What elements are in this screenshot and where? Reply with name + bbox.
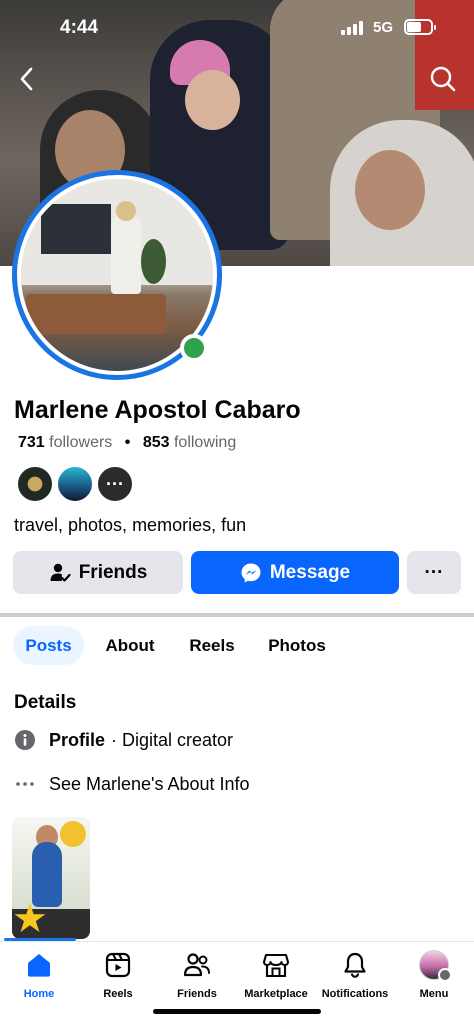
chevron-left-icon — [20, 67, 33, 91]
nav-home[interactable]: Home — [0, 948, 79, 1004]
nav-menu-label: Menu — [419, 988, 449, 1000]
followers-count[interactable]: 731 — [18, 434, 45, 451]
battery-icon — [404, 19, 436, 35]
friends-button[interactable]: Friends — [13, 551, 183, 594]
reels-icon — [103, 950, 133, 980]
more-options-button[interactable]: ··· — [407, 551, 461, 594]
back-button[interactable] — [10, 62, 44, 96]
status-time: 4:44 — [60, 17, 99, 38]
message-button[interactable]: Message — [191, 551, 399, 594]
mutual-friend-avatar[interactable] — [16, 465, 54, 503]
online-status-indicator — [180, 334, 208, 362]
profile-category: · Digital creator — [111, 729, 234, 750]
followers-label[interactable]: followers — [49, 434, 112, 451]
menu-avatar-icon — [419, 950, 452, 982]
follow-stats: 731 followers • 853 following — [18, 434, 236, 452]
bell-icon — [340, 950, 370, 980]
friend-check-icon — [49, 562, 71, 584]
nav-friends-label: Friends — [177, 988, 217, 1000]
nav-reels-label: Reels — [103, 988, 133, 1000]
details-heading: Details — [14, 692, 77, 713]
message-button-label: Message — [269, 561, 351, 583]
featured-photo[interactable]: ★ — [12, 817, 90, 939]
status-bar: 4:44 5G — [0, 0, 474, 56]
profile-category-row: Profile · Digital creator — [14, 727, 233, 753]
nav-reels[interactable]: Reels — [78, 948, 158, 1004]
tab-about[interactable]: About — [94, 626, 166, 665]
more-horizontal-icon — [14, 773, 36, 795]
about-info-label: See Marlene's About Info — [49, 773, 250, 794]
about-info-link[interactable]: See Marlene's About Info — [14, 771, 250, 797]
following-count[interactable]: 853 — [143, 434, 170, 451]
friends-icon — [182, 950, 212, 980]
info-icon — [14, 729, 36, 751]
more-mutuals-icon[interactable]: ··· — [96, 465, 134, 503]
profile-bio: travel, photos, memories, fun — [14, 515, 247, 535]
search-icon — [430, 66, 456, 92]
nav-notifications-label: Notifications — [321, 988, 389, 1000]
nav-marketplace-label: Marketplace — [244, 988, 308, 1000]
profile-label: Profile — [49, 729, 106, 750]
marketplace-icon — [261, 950, 291, 980]
following-label[interactable]: following — [174, 434, 236, 451]
nav-notifications[interactable]: Notifications — [315, 948, 395, 1004]
tab-reels[interactable]: Reels — [176, 626, 248, 665]
nav-friends[interactable]: Friends — [157, 948, 237, 1004]
nav-marketplace[interactable]: Marketplace — [236, 948, 316, 1004]
section-divider — [0, 613, 474, 617]
mutual-friend-avatar[interactable] — [56, 465, 94, 503]
stats-separator: • — [124, 434, 131, 451]
friends-button-label: Friends — [78, 561, 148, 583]
tab-photos[interactable]: Photos — [258, 626, 336, 665]
network-type: 5G — [373, 19, 394, 36]
star-sticker-icon: ★ — [12, 897, 48, 939]
nav-home-label: Home — [23, 988, 55, 1000]
tab-posts[interactable]: Posts — [13, 626, 84, 665]
more-dots-icon: ··· — [424, 561, 444, 583]
search-button[interactable] — [426, 62, 460, 96]
nav-menu[interactable]: Menu — [394, 948, 474, 1004]
messenger-icon — [240, 562, 262, 584]
home-icon — [24, 950, 54, 980]
profile-name: Marlene Apostol Cabaro — [14, 396, 301, 424]
signal-icon — [341, 21, 365, 35]
home-indicator — [153, 1009, 321, 1014]
